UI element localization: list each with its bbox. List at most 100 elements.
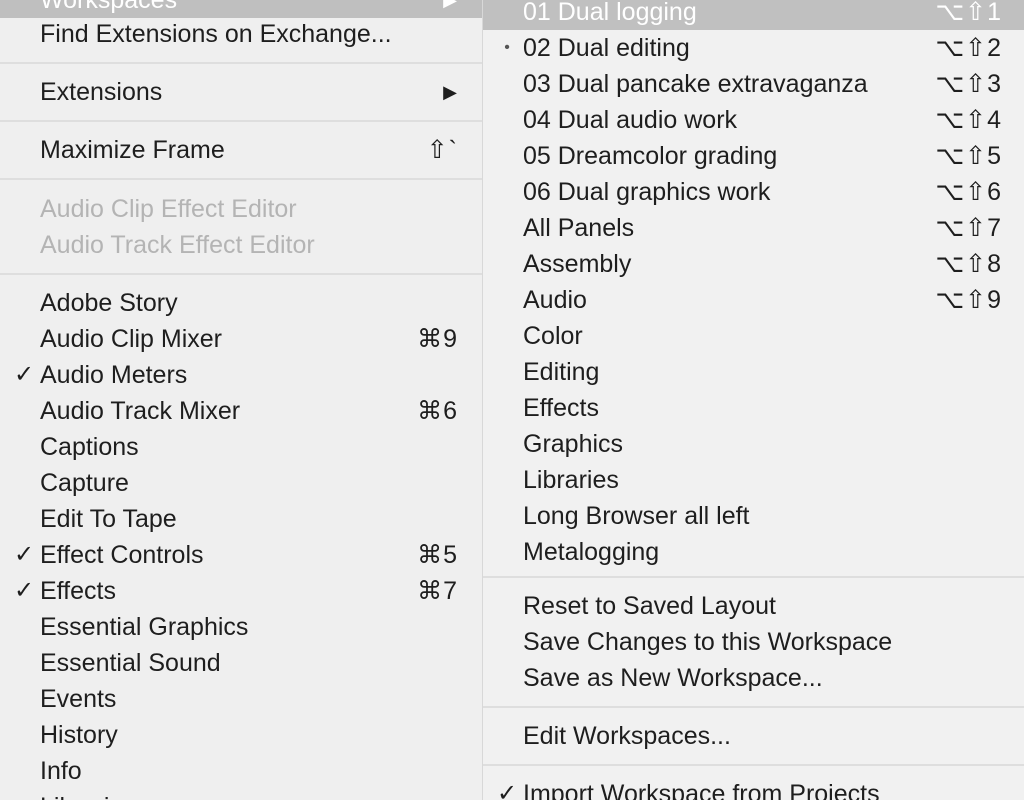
menu-item-label: Reset to Saved Layout bbox=[523, 592, 776, 620]
panel-menu-item[interactable]: Events bbox=[0, 681, 482, 717]
menu-item-shortcut: ⌘9 bbox=[417, 325, 458, 353]
panel-menu-item[interactable]: Adobe Story bbox=[0, 285, 482, 321]
menu-item-label: Captions bbox=[40, 433, 139, 461]
menu-separator bbox=[0, 178, 482, 180]
menu-item-label: Libraries bbox=[40, 789, 136, 800]
menu-item-label: Audio Clip Effect Editor bbox=[40, 195, 297, 223]
panel-menu-item[interactable]: Captions bbox=[0, 429, 482, 465]
menu-item-shortcut: ⌥⇧2 bbox=[935, 34, 1002, 62]
menu-item-label: Effects bbox=[40, 577, 116, 605]
checkmark-icon: ✓ bbox=[13, 361, 35, 388]
panel-menu-item[interactable]: Essential Sound bbox=[0, 645, 482, 681]
menu-item-label: Import Workspace from Projects bbox=[523, 780, 880, 800]
menu-item-label: 01 Dual logging bbox=[523, 0, 697, 26]
workspace-menu-item[interactable]: 03 Dual pancake extravaganza ⌥⇧3 bbox=[483, 66, 1024, 102]
menu-item-label: Long Browser all left bbox=[523, 502, 750, 530]
menu-item-label: All Panels bbox=[523, 214, 635, 242]
menu-item-label: Libraries bbox=[523, 466, 619, 494]
workspace-menu-item[interactable]: Metalogging bbox=[483, 534, 1024, 570]
checkmark-icon: ✓ bbox=[496, 780, 518, 800]
menu-item-label: Capture bbox=[40, 469, 129, 497]
checkmark-icon: ✓ bbox=[13, 577, 35, 604]
menu-item-shortcut: ⌥⇧3 bbox=[935, 70, 1002, 98]
menu-item-label: Audio Clip Mixer bbox=[40, 325, 223, 353]
panel-menu-item[interactable]: ✓ Audio Meters bbox=[0, 357, 482, 393]
workspace-menu-item[interactable]: 01 Dual logging ⌥⇧1 bbox=[483, 0, 1024, 30]
menu-separator bbox=[483, 706, 1024, 708]
menu-item-label: Graphics bbox=[523, 430, 624, 458]
menu-separator bbox=[483, 576, 1024, 578]
menu-item-shortcut: ⌘6 bbox=[417, 397, 458, 425]
menu-separator bbox=[0, 120, 482, 122]
menu-item-label: 05 Dreamcolor grading bbox=[523, 142, 778, 170]
menu-item-audio-track-effect-editor: Audio Track Effect Editor bbox=[0, 227, 482, 263]
menu-item-maximize-frame[interactable]: Maximize Frame ⇧` bbox=[0, 132, 482, 168]
panel-menu-item[interactable]: Audio Track Mixer ⌘6 bbox=[0, 393, 482, 429]
menu-item-find-extensions[interactable]: Find Extensions on Exchange... bbox=[0, 16, 482, 52]
menu-item-label: History bbox=[40, 721, 118, 749]
menu-screenshot: Workspaces ▶ Find Extensions on Exchange… bbox=[0, 0, 1024, 800]
bullet-icon: • bbox=[504, 39, 510, 56]
workspace-menu-item[interactable]: Editing bbox=[483, 354, 1024, 390]
menu-item-label: Audio bbox=[523, 286, 587, 314]
workspace-menu-item[interactable]: Libraries bbox=[483, 462, 1024, 498]
menu-item-label: Audio Track Mixer bbox=[40, 397, 241, 425]
menu-item-save-new-workspace[interactable]: Save as New Workspace... bbox=[483, 660, 1024, 696]
panel-menu-item[interactable]: Capture bbox=[0, 465, 482, 501]
menu-item-label: Audio Track Effect Editor bbox=[40, 231, 315, 259]
menu-item-shortcut: ⌘7 bbox=[417, 577, 458, 605]
menu-item-shortcut: ⌥⇧1 bbox=[935, 0, 1002, 26]
menu-item-shortcut: ⌥⇧5 bbox=[935, 142, 1002, 170]
workspace-menu-item[interactable]: Audio ⌥⇧9 bbox=[483, 282, 1024, 318]
panel-menu-item[interactable]: Essential Graphics bbox=[0, 609, 482, 645]
menu-item-label: Adobe Story bbox=[40, 289, 178, 317]
workspace-menu-item[interactable]: Effects bbox=[483, 390, 1024, 426]
panel-menu-item[interactable]: ✓ Effects ⌘7 bbox=[0, 573, 482, 609]
panel-menu-item[interactable]: History bbox=[0, 717, 482, 753]
menu-item-extensions[interactable]: Extensions ▶ bbox=[0, 74, 482, 110]
menu-item-shortcut: ⌥⇧8 bbox=[935, 250, 1002, 278]
workspace-menu-item[interactable]: 04 Dual audio work ⌥⇧4 bbox=[483, 102, 1024, 138]
panel-menu-item[interactable]: Info bbox=[0, 753, 482, 789]
menu-item-audio-clip-effect-editor: Audio Clip Effect Editor bbox=[0, 191, 482, 227]
workspaces-submenu: 01 Dual logging ⌥⇧1 • 02 Dual editing ⌥⇧2 03 … bbox=[483, 0, 1024, 800]
menu-item-label: Events bbox=[40, 685, 117, 713]
menu-item-label: Essential Graphics bbox=[40, 613, 249, 641]
menu-item-shortcut: ⌥⇧6 bbox=[935, 178, 1002, 206]
menu-item-label: Info bbox=[40, 757, 82, 785]
menu-item-label: 04 Dual audio work bbox=[523, 106, 738, 134]
menu-separator bbox=[0, 62, 482, 64]
window-menu: Workspaces ▶ Find Extensions on Exchange… bbox=[0, 0, 483, 800]
menu-item-reset-layout[interactable]: Reset to Saved Layout bbox=[483, 588, 1024, 624]
menu-item-label: Maximize Frame bbox=[40, 136, 225, 164]
workspace-menu-item[interactable]: 05 Dreamcolor grading ⌥⇧5 bbox=[483, 138, 1024, 174]
panel-menu-item[interactable]: Audio Clip Mixer ⌘9 bbox=[0, 321, 482, 357]
menu-item-label: Effects bbox=[523, 394, 599, 422]
menu-item-label: Save as New Workspace... bbox=[523, 664, 823, 692]
submenu-arrow-icon: ▶ bbox=[443, 82, 458, 102]
menu-item-label: Audio Meters bbox=[40, 361, 188, 389]
menu-item-shortcut: ⌥⇧7 bbox=[935, 214, 1002, 242]
menu-item-shortcut: ⇧` bbox=[426, 136, 458, 164]
panel-menu-item[interactable]: ✓ Effect Controls ⌘5 bbox=[0, 537, 482, 573]
menu-item-shortcut: ⌘5 bbox=[417, 541, 458, 569]
workspace-menu-item[interactable]: • 02 Dual editing ⌥⇧2 bbox=[483, 30, 1024, 66]
menu-item-edit-workspaces[interactable]: Edit Workspaces... bbox=[483, 718, 1024, 754]
menu-item-label: Editing bbox=[523, 358, 600, 386]
menu-item-shortcut: ⌥⇧9 bbox=[935, 286, 1002, 314]
menu-separator bbox=[483, 764, 1024, 766]
menu-item-label: Edit Workspaces... bbox=[523, 722, 731, 750]
workspace-menu-item[interactable]: 06 Dual graphics work ⌥⇧6 bbox=[483, 174, 1024, 210]
workspace-menu-item[interactable]: Color bbox=[483, 318, 1024, 354]
menu-item-label: Metalogging bbox=[523, 538, 660, 566]
workspace-menu-item[interactable]: All Panels ⌥⇧7 bbox=[483, 210, 1024, 246]
workspace-menu-item[interactable]: Assembly ⌥⇧8 bbox=[483, 246, 1024, 282]
workspace-menu-item[interactable]: Long Browser all left bbox=[483, 498, 1024, 534]
menu-item-save-changes[interactable]: Save Changes to this Workspace bbox=[483, 624, 1024, 660]
menu-item-import-workspace[interactable]: ✓ Import Workspace from Projects bbox=[483, 776, 1024, 800]
menu-item-shortcut: ⌥⇧4 bbox=[935, 106, 1002, 134]
workspace-menu-item[interactable]: Graphics bbox=[483, 426, 1024, 462]
panel-menu-item[interactable]: Edit To Tape bbox=[0, 501, 482, 537]
menu-item-label: 03 Dual pancake extravaganza bbox=[523, 70, 868, 98]
panel-menu-item[interactable]: Libraries bbox=[0, 789, 482, 800]
